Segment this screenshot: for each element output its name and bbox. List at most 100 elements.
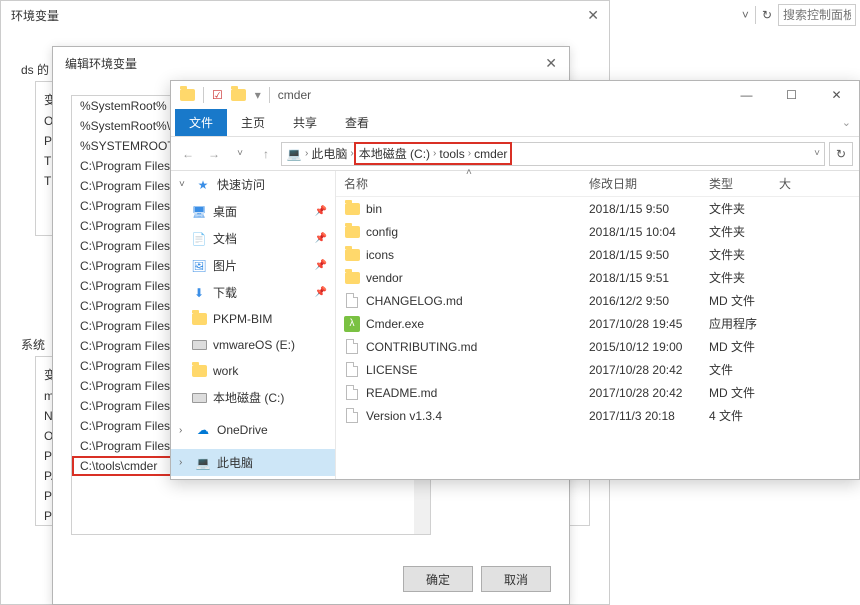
sys-vars-label: 系统 xyxy=(21,336,45,353)
nav-item[interactable]: 📄文档📌 xyxy=(171,225,335,252)
tab-file[interactable]: 文件 xyxy=(175,109,227,136)
file-row[interactable]: config2018/1/15 10:04文件夹 xyxy=(336,220,859,243)
column-headers[interactable]: 名称 修改日期 类型 大 xyxy=(336,171,859,197)
cancel-button[interactable]: 取消 xyxy=(481,566,551,592)
pc-icon: 💻 xyxy=(286,146,302,162)
file-pane[interactable]: 名称 修改日期 类型 大 bin2018/1/15 9:50文件夹config2… xyxy=(336,171,859,479)
close-icon[interactable]: ✕ xyxy=(545,55,557,72)
history-dropdown[interactable]: ˅ xyxy=(229,148,251,159)
file-row[interactable]: LICENSE 2017/10/28 20:42文件 xyxy=(336,358,859,381)
back-button[interactable]: ← xyxy=(177,147,199,161)
nav-onedrive[interactable]: › ☁ OneDrive xyxy=(171,417,335,443)
nav-pane[interactable]: ˅ ★ 快速访问 🖥桌面📌📄文档📌🖼图片📌⬇下载📌 PKPM-BIM vmwareO… xyxy=(171,171,336,479)
file-name: vendor xyxy=(366,271,403,285)
nav-quick-access[interactable]: ˅ ★ 快速访问 xyxy=(171,171,335,198)
file-date: 2017/10/28 19:45 xyxy=(589,317,709,331)
nav-label: 此电脑 xyxy=(217,454,253,471)
expand-icon[interactable]: ˅ xyxy=(179,179,189,190)
item-count: 10 个项目 xyxy=(171,476,335,479)
chevron-right-icon[interactable]: › xyxy=(350,148,353,159)
file-name: CONTRIBUTING.md xyxy=(366,340,477,354)
star-icon: ★ xyxy=(195,177,211,193)
dropdown-icon[interactable]: ˅ xyxy=(814,148,820,159)
search-input[interactable] xyxy=(778,4,856,26)
file-date: 2015/10/12 19:00 xyxy=(589,340,709,354)
file-row[interactable]: README.md 2017/10/28 20:42MD 文件 xyxy=(336,381,859,404)
nav-this-pc[interactable]: › 💻 此电脑 xyxy=(171,449,335,476)
tab-view[interactable]: 查看 xyxy=(331,109,383,136)
tab-home[interactable]: 主页 xyxy=(227,109,279,136)
minimize-button[interactable]: — xyxy=(724,81,769,109)
col-date-header[interactable]: 修改日期 xyxy=(589,175,709,192)
nav-label: 快速访问 xyxy=(217,176,265,193)
folder-icon xyxy=(344,247,360,263)
close-icon[interactable]: ✕ xyxy=(587,7,599,24)
nav-label: OneDrive xyxy=(217,423,268,437)
col-name-header[interactable]: 名称 xyxy=(344,175,589,192)
file-date: 2018/1/15 9:50 xyxy=(589,202,709,216)
file-name: LICENSE xyxy=(366,363,417,377)
close-button[interactable]: ✕ xyxy=(814,81,859,109)
nav-item-label: PKPM-BIM xyxy=(213,312,272,326)
file-row[interactable]: λCmder.exe2017/10/28 19:45应用程序 xyxy=(336,312,859,335)
file-name: README.md xyxy=(366,386,437,400)
up-button[interactable]: ↑ xyxy=(255,147,277,161)
expand-icon[interactable]: › xyxy=(179,457,189,468)
breadcrumb-label: 此电脑 xyxy=(311,145,347,162)
chevron-right-icon[interactable]: › xyxy=(305,148,308,159)
file-row[interactable]: icons2018/1/15 9:50文件夹 xyxy=(336,243,859,266)
breadcrumb-segment[interactable]: 此电脑› xyxy=(311,145,353,162)
chevron-right-icon[interactable]: › xyxy=(433,148,436,159)
refresh-button[interactable]: ↻ xyxy=(829,142,853,166)
expand-icon[interactable]: › xyxy=(179,425,189,436)
env-dialog-title: 环境变量 xyxy=(11,7,59,24)
file-date: 2017/10/28 20:42 xyxy=(589,363,709,377)
breadcrumb-segment-highlighted[interactable]: 本地磁盘 (C:)› tools› cmder xyxy=(357,145,510,162)
nav-item[interactable]: PKPM-BIM xyxy=(171,306,335,332)
breadcrumb[interactable]: 💻 › 此电脑› 本地磁盘 (C:)› tools› cmder ˅ xyxy=(281,142,825,166)
folder-icon xyxy=(191,363,207,379)
folder-icon xyxy=(344,224,360,240)
nav-item[interactable]: 🖼图片📌 xyxy=(171,252,335,279)
nav-item[interactable]: work xyxy=(171,358,335,384)
file-row[interactable]: Version v1.3.42017/11/3 20:184 文件 xyxy=(336,404,859,427)
refresh-icon[interactable]: ↻ xyxy=(762,8,772,22)
file-date: 2017/10/28 20:42 xyxy=(589,386,709,400)
col-size-header[interactable]: 大 xyxy=(779,175,819,192)
file-type: 应用程序 xyxy=(709,315,779,332)
pin-icon: 📌 xyxy=(315,206,327,217)
desktop-icon: 🖥 xyxy=(191,204,207,220)
nav-item[interactable]: ⬇下载📌 xyxy=(171,279,335,306)
file-icon xyxy=(344,362,360,378)
file-type: MD 文件 xyxy=(709,384,779,401)
maximize-button[interactable]: ☐ xyxy=(769,81,814,109)
nav-item-label: vmwareOS (E:) xyxy=(213,338,295,352)
overflow-icon[interactable]: ▾ xyxy=(255,88,261,102)
tab-share[interactable]: 共享 xyxy=(279,109,331,136)
nav-item[interactable]: 🖥桌面📌 xyxy=(171,198,335,225)
file-type: 文件 xyxy=(709,361,779,378)
picture-icon: 🖼 xyxy=(191,258,207,274)
user-vars-label: ds 的 xyxy=(21,61,49,78)
file-date: 2018/1/15 10:04 xyxy=(589,225,709,239)
pin-icon: 📌 xyxy=(315,287,327,298)
file-row[interactable]: CHANGELOG.md2016/12/2 9:50MD 文件 xyxy=(336,289,859,312)
ok-button[interactable]: 确定 xyxy=(403,566,473,592)
file-row[interactable]: CONTRIBUTING.md2015/10/12 19:00MD 文件 xyxy=(336,335,859,358)
file-row[interactable]: bin2018/1/15 9:50文件夹 xyxy=(336,197,859,220)
dropdown-chevron[interactable]: ˅ xyxy=(742,8,749,22)
pin-icon: 📌 xyxy=(315,233,327,244)
checkbox-icon[interactable]: ☑ xyxy=(212,88,223,102)
file-type: 4 文件 xyxy=(709,407,779,424)
chevron-right-icon[interactable]: › xyxy=(468,148,471,159)
file-date: 2016/12/2 9:50 xyxy=(589,294,709,308)
nav-item[interactable]: 本地磁盘 (C:) xyxy=(171,384,335,411)
window-title: cmder xyxy=(278,88,311,102)
nav-item[interactable]: vmwareOS (E:) xyxy=(171,332,335,358)
folder-icon xyxy=(179,87,195,103)
file-row[interactable]: vendor2018/1/15 9:51文件夹 xyxy=(336,266,859,289)
ribbon-expand-icon[interactable]: ⌄ xyxy=(842,116,851,129)
col-type-header[interactable]: 类型 xyxy=(709,175,779,192)
forward-button[interactable]: → xyxy=(203,147,225,161)
download-icon: ⬇ xyxy=(191,285,207,301)
